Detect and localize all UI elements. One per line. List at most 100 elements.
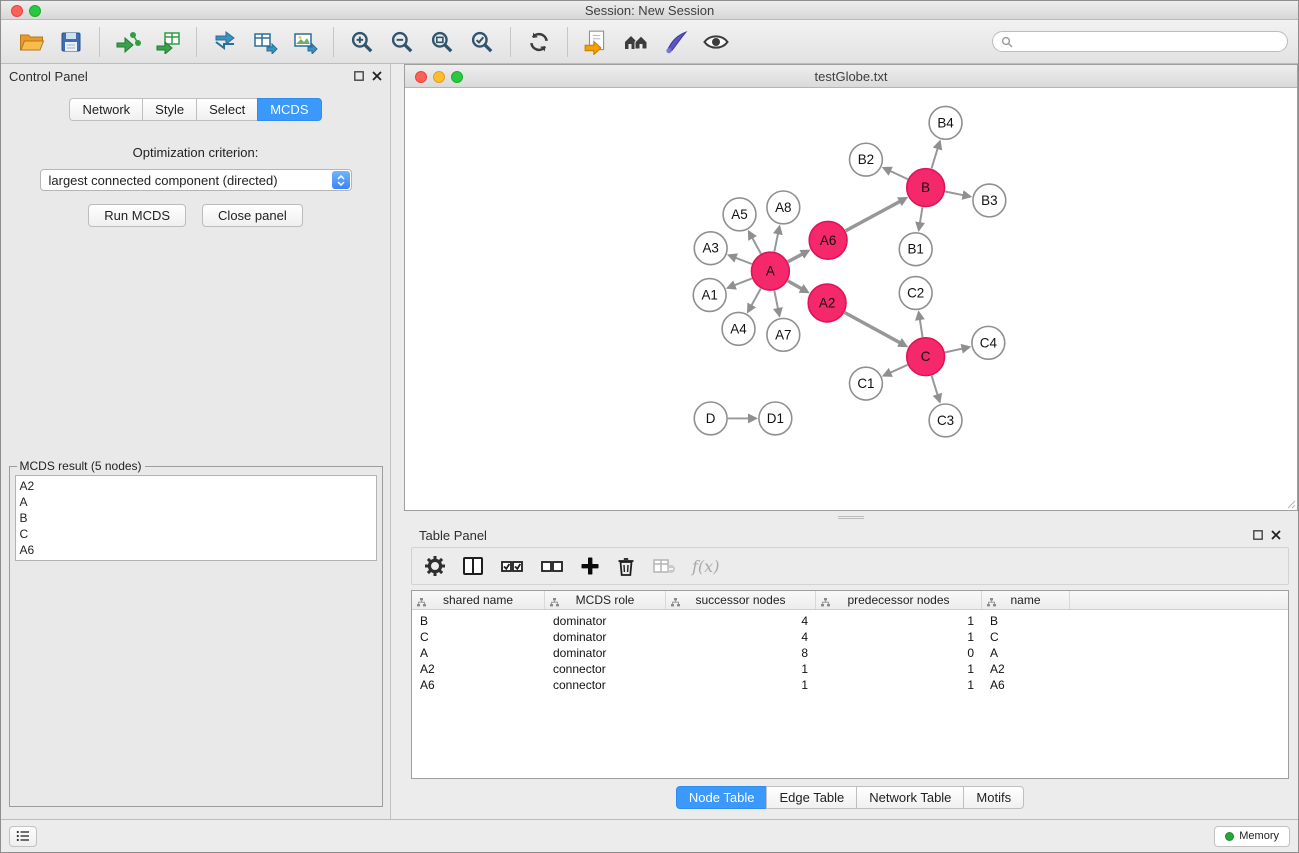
search-input[interactable]	[1017, 35, 1279, 49]
edge-A-A3[interactable]	[734, 257, 751, 264]
zoom-out-icon[interactable]	[382, 25, 422, 59]
close-panel-icon[interactable]	[1271, 530, 1281, 540]
node-D[interactable]: D	[694, 402, 727, 435]
network-clone-icon[interactable]	[205, 25, 245, 59]
node-B2[interactable]: B2	[850, 143, 883, 176]
pane-splitter[interactable]	[404, 511, 1298, 523]
network-canvas[interactable]: B4 B2 B B3 A5 A8 A6 B1 A3 A A1 A2 C2 A4 A7 C4 C C1 C3 D D1	[405, 88, 1297, 510]
search-field[interactable]	[992, 31, 1288, 52]
tab-node-table[interactable]: Node Table	[676, 786, 768, 809]
edge-A-A8[interactable]	[774, 232, 778, 251]
edge-A-A5[interactable]	[752, 237, 761, 254]
node-B[interactable]: B	[907, 169, 945, 207]
tab-select[interactable]: Select	[196, 98, 258, 121]
export-image-icon[interactable]	[285, 25, 325, 59]
node-A2[interactable]: A2	[808, 284, 846, 322]
home-network-icon[interactable]	[616, 25, 656, 59]
column-header-shared-name[interactable]: shared name	[412, 591, 545, 609]
open-file-icon[interactable]	[11, 25, 51, 59]
node-A1[interactable]: A1	[693, 279, 726, 312]
select-all-icon[interactable]	[500, 556, 524, 576]
resize-grip-icon[interactable]	[1284, 497, 1296, 509]
tab-network[interactable]: Network	[69, 98, 143, 121]
node-A7[interactable]: A7	[767, 318, 800, 351]
list-item[interactable]: C	[20, 526, 372, 542]
gear-icon[interactable]	[424, 555, 446, 577]
edge-C-C4[interactable]	[945, 348, 963, 352]
optimization-criterion-dropdown[interactable]: largest connected component (directed)	[40, 169, 352, 191]
edge-C-C3[interactable]	[932, 376, 938, 396]
mcds-result-list[interactable]: A2ABCA6	[15, 475, 377, 561]
trash-icon[interactable]	[616, 556, 636, 577]
node-C1[interactable]: C1	[850, 367, 883, 400]
style-brush-icon[interactable]	[656, 25, 696, 59]
edge-B-B2[interactable]	[889, 170, 908, 179]
list-item[interactable]: A2	[20, 478, 372, 494]
tab-network-table[interactable]: Network Table	[856, 786, 964, 809]
node-C2[interactable]: C2	[899, 277, 932, 310]
save-session-icon[interactable]	[51, 25, 91, 59]
edge-A-A2[interactable]	[788, 281, 803, 289]
unselect-all-icon[interactable]	[540, 556, 564, 576]
add-column-icon[interactable]	[580, 556, 600, 576]
edge-A-A6[interactable]	[788, 253, 804, 261]
table-row[interactable]: A2connector11A2	[412, 661, 1288, 677]
table-row[interactable]: Cdominator41C	[412, 629, 1288, 645]
tab-mcds[interactable]: MCDS	[257, 98, 321, 121]
node-A3[interactable]: A3	[694, 232, 727, 265]
node-A5[interactable]: A5	[723, 198, 756, 231]
show-columns-icon[interactable]	[462, 556, 484, 576]
close-panel-button[interactable]: Close panel	[202, 204, 303, 227]
edge-A-A1[interactable]	[733, 278, 752, 285]
zoom-in-icon[interactable]	[342, 25, 382, 59]
edge-B-B1[interactable]	[920, 207, 923, 224]
table-row[interactable]: Adominator80A	[412, 645, 1288, 661]
edge-A2-C[interactable]	[845, 313, 902, 344]
column-header-predecessor-nodes[interactable]: predecessor nodes	[816, 591, 982, 609]
node-C4[interactable]: C4	[972, 326, 1005, 359]
node-B3[interactable]: B3	[973, 184, 1006, 217]
node-A4[interactable]: A4	[722, 312, 755, 345]
float-panel-icon[interactable]	[1253, 530, 1263, 540]
run-mcds-button[interactable]: Run MCDS	[88, 204, 186, 227]
apply-layout-icon[interactable]	[576, 25, 616, 59]
memory-button[interactable]: Memory	[1214, 826, 1290, 847]
tab-edge-table[interactable]: Edge Table	[766, 786, 857, 809]
table-row[interactable]: A6connector11A6	[412, 677, 1288, 693]
node-A8[interactable]: A8	[767, 191, 800, 224]
zoom-fit-icon[interactable]	[422, 25, 462, 59]
import-network-icon[interactable]	[108, 25, 148, 59]
node-C[interactable]: C	[907, 338, 945, 376]
eye-icon[interactable]	[696, 25, 736, 59]
node-D1[interactable]: D1	[759, 402, 792, 435]
import-table-icon[interactable]	[148, 25, 188, 59]
table-row[interactable]: Bdominator41B	[412, 613, 1288, 629]
node-A6[interactable]: A6	[809, 221, 847, 259]
node-B4[interactable]: B4	[929, 106, 962, 139]
edge-B-B4[interactable]	[932, 147, 939, 168]
close-panel-icon[interactable]	[372, 71, 382, 81]
refresh-icon[interactable]	[519, 25, 559, 59]
export-table-icon[interactable]	[245, 25, 285, 59]
tab-motifs[interactable]: Motifs	[963, 786, 1024, 809]
edge-C-C2[interactable]	[920, 318, 923, 337]
node-A[interactable]: A	[751, 252, 789, 290]
column-header-successor-nodes[interactable]: successor nodes	[666, 591, 816, 609]
edge-A-A7[interactable]	[774, 291, 778, 310]
delete-table-icon[interactable]	[652, 556, 676, 576]
column-header-name[interactable]: name	[982, 591, 1070, 609]
task-history-button[interactable]	[9, 826, 37, 847]
node-C3[interactable]: C3	[929, 404, 962, 437]
edge-A-A4[interactable]	[751, 289, 761, 307]
edge-A6-B[interactable]	[846, 201, 902, 231]
tab-style[interactable]: Style	[142, 98, 197, 121]
float-panel-icon[interactable]	[354, 71, 364, 81]
zoom-selected-icon[interactable]	[462, 25, 502, 59]
list-item[interactable]: A	[20, 494, 372, 510]
edge-C-C1[interactable]	[889, 365, 907, 373]
table-body[interactable]: Bdominator41BCdominator41CAdominator80AA…	[412, 610, 1288, 778]
function-builder-button[interactable]: f(x)	[692, 557, 719, 576]
column-header-MCDS-role[interactable]: MCDS role	[545, 591, 666, 609]
node-B1[interactable]: B1	[899, 233, 932, 266]
list-item[interactable]: A6	[20, 542, 372, 558]
